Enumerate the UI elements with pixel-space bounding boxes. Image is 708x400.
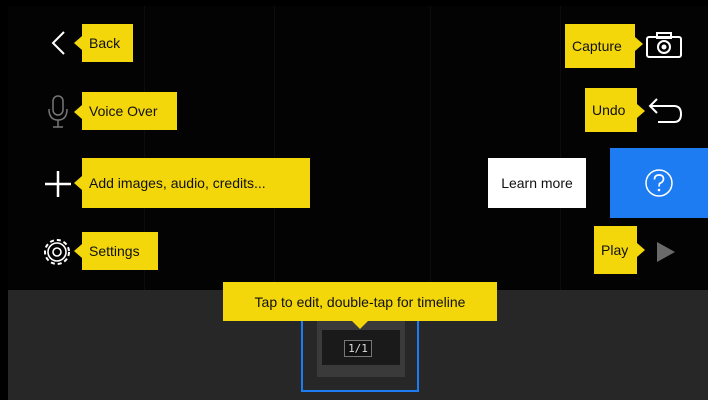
microphone-icon[interactable] [47,95,69,129]
gear-icon[interactable] [40,235,74,269]
plus-icon[interactable] [44,170,72,198]
tooltip-pointer [74,36,82,50]
undo-tooltip: Undo [585,88,637,132]
help-button[interactable] [610,148,708,218]
tooltip-pointer [637,104,645,118]
voice-over-tooltip: Voice Over [82,92,177,130]
tooltip-pointer [635,37,643,51]
grid-divider [274,6,275,290]
tooltip-pointer [74,176,82,190]
add-tooltip: Add images, audio, credits... [82,158,310,208]
play-icon[interactable] [656,241,676,263]
chevron-left-icon[interactable] [50,30,68,56]
tooltip-pointer [352,321,368,329]
play-tooltip: Play [594,226,637,274]
back-tooltip: Back [82,24,133,62]
tooltip-pointer [74,105,82,119]
tooltip-pointer [74,244,82,258]
grid-divider [430,6,431,290]
capture-tooltip: Capture [565,24,635,68]
camera-icon[interactable] [646,31,682,59]
tooltip-pointer [637,243,645,257]
question-circle-icon [645,169,673,197]
learn-more-button[interactable]: Learn more [488,158,586,208]
timeline-tooltip: Tap to edit, double-tap for timeline [223,282,497,321]
settings-tooltip: Settings [82,232,158,270]
undo-arrow-icon[interactable] [646,97,684,127]
grid-divider [560,6,561,290]
clip-count-badge: 1/1 [344,340,372,357]
